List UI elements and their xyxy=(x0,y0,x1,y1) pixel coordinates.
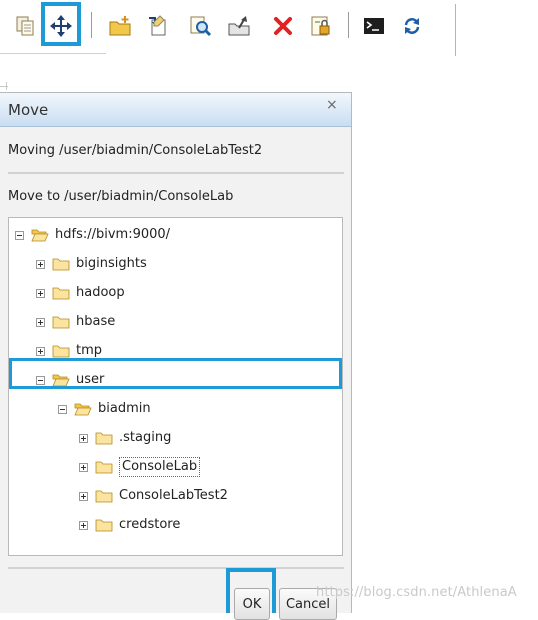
tree-node-hbase[interactable]: hbase xyxy=(36,311,115,333)
dialog-title: Move xyxy=(8,101,49,119)
collapse-icon[interactable] xyxy=(15,230,24,240)
tree-node-label: biginsights xyxy=(76,256,147,271)
toolbar xyxy=(0,0,456,56)
divider xyxy=(8,567,344,569)
folder-icon xyxy=(95,490,113,503)
permissions-icon[interactable] xyxy=(304,6,338,46)
moving-source-text: Moving /user/biadmin/ConsoleLabTest2 xyxy=(8,143,263,158)
toolbar-edge xyxy=(455,4,456,56)
divider xyxy=(8,172,344,174)
folder-icon xyxy=(52,287,70,300)
collapse-icon[interactable] xyxy=(58,404,67,414)
tree-node-label: ConsoleLab xyxy=(119,457,201,477)
tree-node-consolelabtest2[interactable]: ConsoleLabTest2 xyxy=(79,485,228,507)
toolbar-separator xyxy=(91,12,92,38)
folder-icon xyxy=(52,316,70,329)
expand-icon[interactable] xyxy=(79,520,88,530)
expand-icon[interactable] xyxy=(79,433,88,443)
tree-node-biginsights[interactable]: biginsights xyxy=(36,253,147,275)
expand-icon[interactable] xyxy=(79,462,88,472)
folder-open-icon xyxy=(74,403,92,416)
new-folder-icon[interactable] xyxy=(103,6,137,46)
folder-icon xyxy=(52,345,70,358)
tree-node-label: biadmin xyxy=(98,401,151,416)
folder-icon xyxy=(95,461,113,474)
refresh-icon[interactable] xyxy=(395,6,429,46)
toolbar-separator xyxy=(348,12,349,38)
terminal-icon[interactable] xyxy=(357,6,391,46)
copy-icon[interactable] xyxy=(8,6,42,46)
tree-node-label: ConsoleLabTest2 xyxy=(119,488,228,503)
expand-icon[interactable] xyxy=(36,259,45,269)
tree-node-root[interactable]: hdfs://bivm:9000/ xyxy=(15,224,170,246)
upload-icon[interactable] xyxy=(222,6,256,46)
move-button-highlight xyxy=(41,2,81,46)
toolbar-underline xyxy=(0,53,106,54)
expand-icon[interactable] xyxy=(36,346,45,356)
tree-node-staging[interactable]: .staging xyxy=(79,427,171,449)
folder-open-icon xyxy=(31,229,49,242)
expand-icon[interactable] xyxy=(36,317,45,327)
tree-node-label: .staging xyxy=(119,430,172,445)
background-tick xyxy=(6,82,7,90)
folder-icon xyxy=(95,519,113,532)
tree-node-biadmin[interactable]: biadmin xyxy=(58,398,151,420)
move-destination-text: Move to /user/biadmin/ConsoleLab xyxy=(8,189,234,204)
dialog-title-bar[interactable]: Move × xyxy=(0,93,351,127)
tree-node-label: hbase xyxy=(76,314,116,329)
close-icon[interactable]: × xyxy=(326,97,338,113)
ok-button-highlight xyxy=(226,568,276,613)
delete-icon[interactable] xyxy=(266,6,300,46)
search-icon[interactable] xyxy=(183,6,217,46)
tree-node-label: hadoop xyxy=(76,285,125,300)
tree-node-label: hdfs://bivm:9000/ xyxy=(55,227,171,242)
tree-node-credstore[interactable]: credstore xyxy=(79,514,180,536)
tree-node-consolelab[interactable]: ConsoleLab xyxy=(79,456,201,478)
selected-node-highlight xyxy=(9,358,342,389)
rename-icon[interactable] xyxy=(141,6,175,46)
expand-icon[interactable] xyxy=(79,491,88,501)
watermark: https://blog.csdn.net/AthlenaA xyxy=(316,585,517,600)
tree-node-label: credstore xyxy=(119,517,181,532)
folder-icon xyxy=(52,258,70,271)
tree-node-hadoop[interactable]: hadoop xyxy=(36,282,125,304)
expand-icon[interactable] xyxy=(36,288,45,298)
move-dialog: Move × Moving /user/biadmin/ConsoleLabTe… xyxy=(0,92,352,620)
folder-icon xyxy=(95,432,113,445)
